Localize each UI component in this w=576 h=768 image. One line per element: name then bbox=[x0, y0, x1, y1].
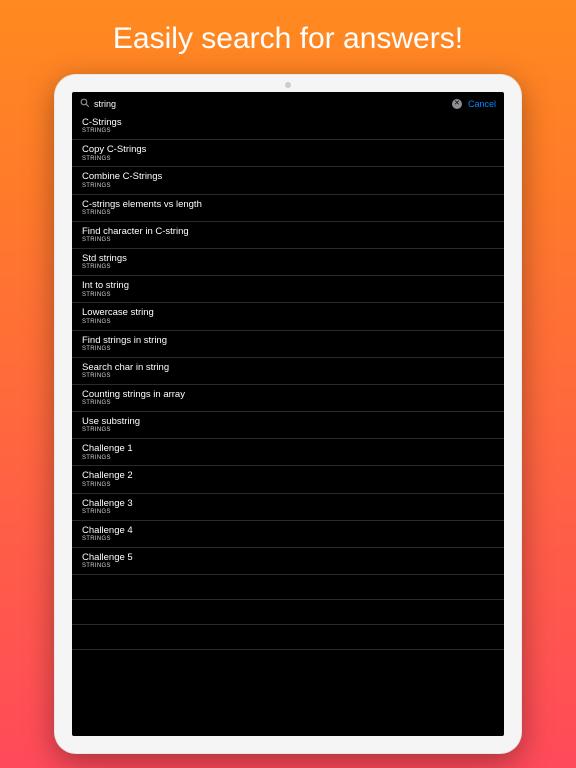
list-item[interactable]: Use substringSTRINGS bbox=[72, 412, 504, 439]
search-icon bbox=[80, 98, 89, 109]
results-list: C-StringsSTRINGSCopy C-StringsSTRINGSCom… bbox=[72, 113, 504, 736]
list-item-title: C-Strings bbox=[82, 117, 494, 128]
list-item-subtitle: STRINGS bbox=[82, 319, 494, 327]
list-item-subtitle: STRINGS bbox=[82, 427, 494, 435]
list-item-subtitle: STRINGS bbox=[82, 536, 494, 544]
list-item[interactable]: Counting strings in arraySTRINGS bbox=[72, 385, 504, 412]
list-item-subtitle: STRINGS bbox=[82, 346, 494, 354]
list-item-title: Challenge 4 bbox=[82, 525, 494, 536]
list-item-subtitle: STRINGS bbox=[82, 400, 494, 408]
list-item[interactable]: Combine C-StringsSTRINGS bbox=[72, 167, 504, 194]
list-item[interactable]: Challenge 4STRINGS bbox=[72, 521, 504, 548]
device-frame: ✕ Cancel C-StringsSTRINGSCopy C-StringsS… bbox=[54, 74, 522, 754]
list-item-title: Challenge 1 bbox=[82, 443, 494, 454]
list-item-title: Challenge 2 bbox=[82, 470, 494, 481]
list-item-title: Lowercase string bbox=[82, 307, 494, 318]
list-item-subtitle: STRINGS bbox=[82, 183, 494, 191]
list-item[interactable]: Search char in stringSTRINGS bbox=[72, 358, 504, 385]
list-item-empty bbox=[72, 600, 504, 625]
list-item-subtitle: STRINGS bbox=[82, 237, 494, 245]
list-item-title: Combine C-Strings bbox=[82, 171, 494, 182]
list-item-subtitle: STRINGS bbox=[82, 156, 494, 164]
list-item-subtitle: STRINGS bbox=[82, 373, 494, 381]
list-item-title: Challenge 3 bbox=[82, 498, 494, 509]
list-item[interactable]: Int to stringSTRINGS bbox=[72, 276, 504, 303]
list-item[interactable]: Std stringsSTRINGS bbox=[72, 249, 504, 276]
search-bar: ✕ Cancel bbox=[72, 92, 504, 113]
list-item-title: Std strings bbox=[82, 253, 494, 264]
search-input[interactable] bbox=[94, 99, 447, 109]
list-item[interactable]: Challenge 5STRINGS bbox=[72, 548, 504, 575]
list-item-title: Find character in C-string bbox=[82, 226, 494, 237]
list-item-title: Counting strings in array bbox=[82, 389, 494, 400]
list-item-title: Use substring bbox=[82, 416, 494, 427]
list-item-subtitle: STRINGS bbox=[82, 563, 494, 571]
list-item[interactable]: C-StringsSTRINGS bbox=[72, 113, 504, 140]
list-item-subtitle: STRINGS bbox=[82, 509, 494, 517]
list-item[interactable]: Find character in C-stringSTRINGS bbox=[72, 222, 504, 249]
list-item-title: Challenge 5 bbox=[82, 552, 494, 563]
list-item[interactable]: Find strings in stringSTRINGS bbox=[72, 331, 504, 358]
list-item[interactable]: Copy C-StringsSTRINGS bbox=[72, 140, 504, 167]
list-item-title: Int to string bbox=[82, 280, 494, 291]
list-item-empty bbox=[72, 575, 504, 600]
list-item[interactable]: Lowercase stringSTRINGS bbox=[72, 303, 504, 330]
list-item-subtitle: STRINGS bbox=[82, 264, 494, 272]
list-item-subtitle: STRINGS bbox=[82, 455, 494, 463]
promo-headline: Easily search for answers! bbox=[0, 0, 576, 74]
list-item-empty bbox=[72, 625, 504, 650]
clear-search-icon[interactable]: ✕ bbox=[452, 99, 462, 109]
cancel-button[interactable]: Cancel bbox=[468, 99, 496, 109]
list-item[interactable]: C-strings elements vs lengthSTRINGS bbox=[72, 195, 504, 222]
list-item-title: Search char in string bbox=[82, 362, 494, 373]
list-item[interactable]: Challenge 2STRINGS bbox=[72, 466, 504, 493]
list-item[interactable]: Challenge 1STRINGS bbox=[72, 439, 504, 466]
list-item-title: Find strings in string bbox=[82, 335, 494, 346]
list-item[interactable]: Challenge 3STRINGS bbox=[72, 494, 504, 521]
app-screen: ✕ Cancel C-StringsSTRINGSCopy C-StringsS… bbox=[72, 92, 504, 736]
list-item-subtitle: STRINGS bbox=[82, 128, 494, 136]
list-item-subtitle: STRINGS bbox=[82, 210, 494, 218]
list-item-title: Copy C-Strings bbox=[82, 144, 494, 155]
list-item-subtitle: STRINGS bbox=[82, 292, 494, 300]
list-item-title: C-strings elements vs length bbox=[82, 199, 494, 210]
list-item-subtitle: STRINGS bbox=[82, 482, 494, 490]
search-field[interactable]: ✕ bbox=[80, 98, 462, 109]
